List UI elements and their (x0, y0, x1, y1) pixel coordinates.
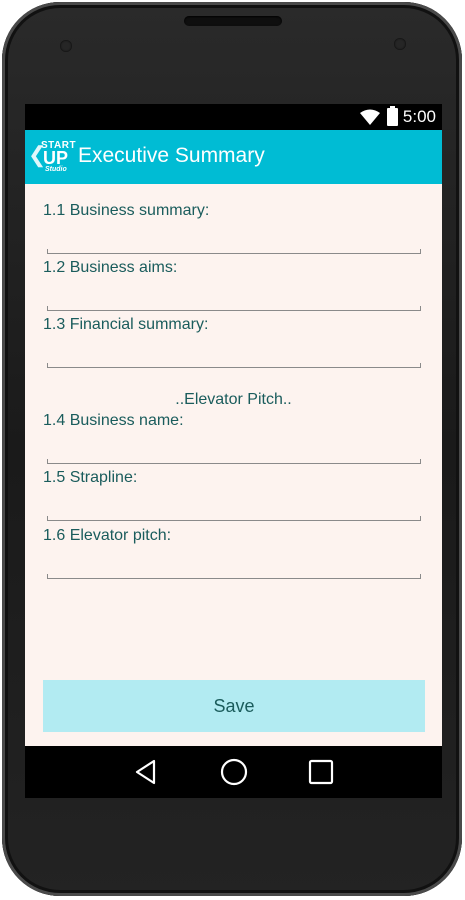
financial-summary-label: 1.3 Financial summary: (43, 316, 209, 333)
back-icon[interactable] (132, 758, 160, 786)
wifi-icon (360, 109, 380, 125)
earpiece-speaker (184, 16, 282, 26)
business-name-input[interactable] (47, 432, 421, 464)
app-logo[interactable]: START UP Studio (39, 140, 79, 176)
elevator-pitch-heading: ..Elevator Pitch.. (175, 391, 292, 408)
navigation-bar (25, 746, 442, 798)
front-camera (394, 38, 406, 50)
phone-frame: 5:00 ❮ START UP Studio Executive Summary… (2, 2, 462, 896)
financial-summary-input[interactable] (47, 336, 421, 368)
business-summary-label: 1.1 Business summary: (43, 202, 210, 219)
logo-line3: Studio (45, 166, 67, 173)
business-name-label: 1.4 Business name: (43, 412, 184, 429)
battery-icon (387, 106, 398, 126)
business-aims-input[interactable] (47, 279, 421, 311)
status-bar: 5:00 (25, 104, 442, 130)
form-content: 1.1 Business summary: 1.2 Business aims:… (25, 184, 442, 746)
screen: 5:00 ❮ START UP Studio Executive Summary… (25, 104, 442, 798)
app-bar: ❮ START UP Studio Executive Summary (25, 130, 442, 184)
sensor (60, 40, 72, 52)
strapline-input[interactable] (47, 489, 421, 521)
elevator-pitch-input[interactable] (47, 547, 421, 579)
page-title: Executive Summary (78, 144, 265, 167)
save-button[interactable]: Save (43, 680, 425, 732)
status-time: 5:00 (402, 107, 436, 126)
business-aims-label: 1.2 Business aims: (43, 259, 178, 276)
strapline-label: 1.5 Strapline: (43, 469, 138, 486)
elevator-pitch-label: 1.6 Elevator pitch: (43, 527, 172, 544)
home-icon[interactable] (220, 758, 248, 786)
business-summary-input[interactable] (47, 222, 421, 254)
recents-icon[interactable] (307, 758, 335, 786)
